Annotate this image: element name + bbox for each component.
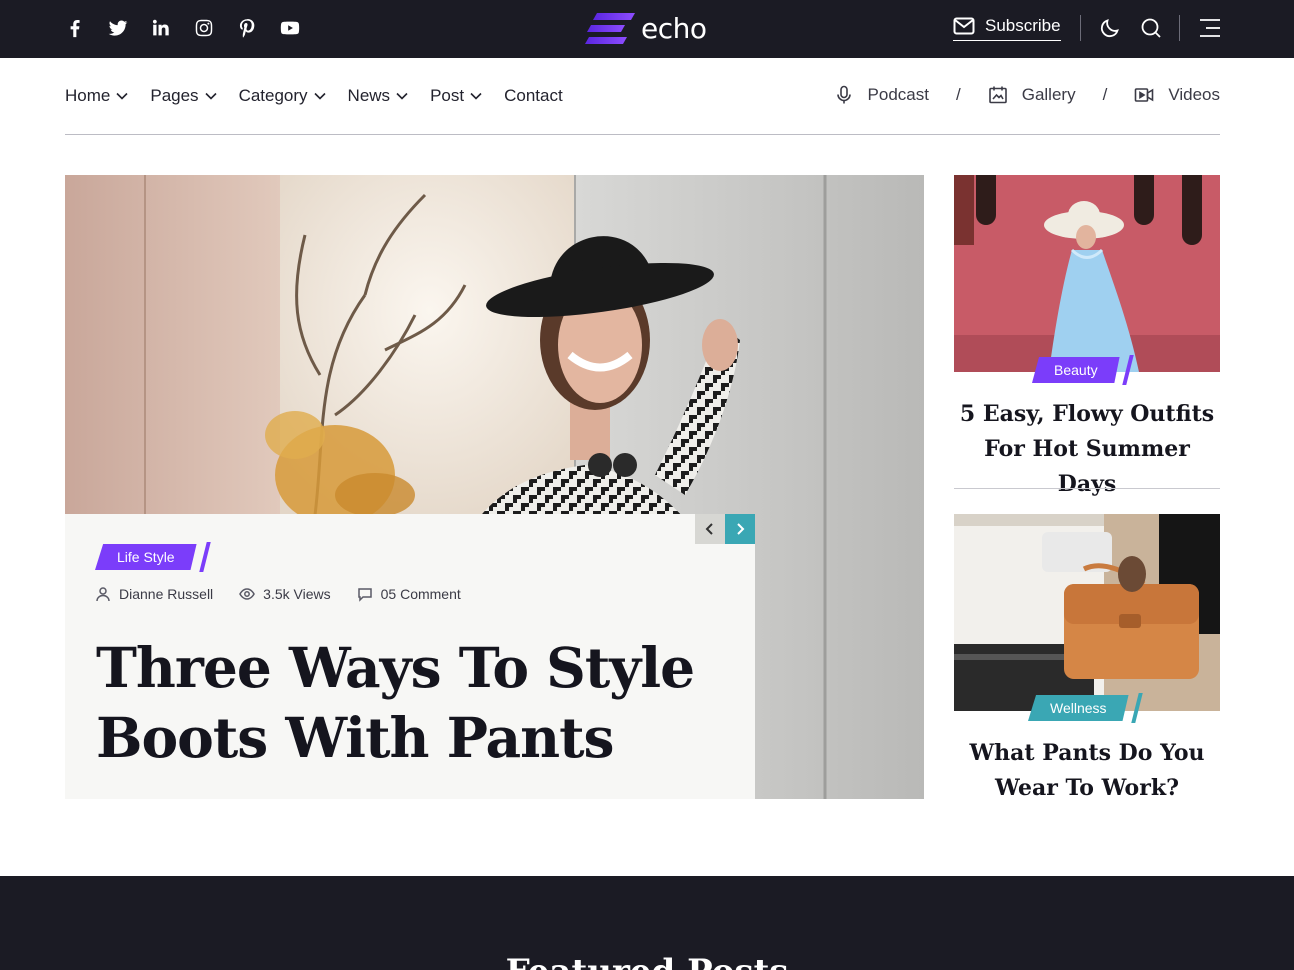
- nav-item-label: News: [347, 86, 391, 105]
- side-post-image[interactable]: [954, 514, 1220, 711]
- quick-links: Podcast / Gallery / Videos: [834, 85, 1220, 105]
- podcast-label: Podcast: [867, 85, 929, 104]
- nav-item-label: Pages: [150, 86, 199, 105]
- instagram-icon[interactable]: [191, 15, 217, 41]
- chevron-down-icon: [396, 92, 408, 100]
- divider: [954, 488, 1220, 489]
- eye-icon: [239, 588, 256, 600]
- nav-item-category[interactable]: Category: [239, 86, 326, 106]
- views-count: 3.5k Views: [263, 586, 331, 602]
- side-post-image[interactable]: [954, 175, 1220, 372]
- comment-icon: [357, 588, 372, 602]
- hero-post[interactable]: Life Style Dianne Russell 3.5k Views 05 …: [65, 175, 924, 799]
- separator: /: [1102, 85, 1108, 104]
- post-meta: Dianne Russell 3.5k Views 05 Comment: [95, 586, 461, 602]
- youtube-icon[interactable]: [277, 15, 303, 41]
- views-meta: 3.5k Views: [239, 586, 331, 602]
- chevron-down-icon: [116, 92, 128, 100]
- slider-arrows: [695, 514, 755, 544]
- chevron-right-icon: [737, 523, 745, 535]
- hero-title[interactable]: Three Ways To Style Boots With Pants: [96, 633, 716, 773]
- nav-item-contact[interactable]: Contact: [504, 86, 563, 106]
- divider: [1080, 15, 1081, 41]
- category-label: Beauty: [1032, 357, 1120, 383]
- videos-link[interactable]: Videos: [1134, 85, 1220, 105]
- side-post[interactable]: Wellness What Pants Do You Wear To Work?: [954, 514, 1220, 806]
- nav-item-home[interactable]: Home: [65, 86, 128, 106]
- side-post-title[interactable]: What Pants Do You Wear To Work?: [954, 736, 1220, 806]
- pinterest-icon[interactable]: [234, 15, 260, 41]
- menu-icon[interactable]: [1198, 16, 1222, 40]
- nav-item-label: Contact: [504, 86, 563, 105]
- slider-next-button[interactable]: [725, 514, 755, 544]
- slider-prev-button[interactable]: [695, 514, 725, 544]
- search-icon[interactable]: [1139, 16, 1163, 40]
- gallery-label: Gallery: [1021, 85, 1076, 104]
- category-label: Life Style: [95, 544, 197, 570]
- gallery-link[interactable]: Gallery: [988, 85, 1076, 105]
- chevron-left-icon: [705, 523, 713, 535]
- logo-text: echo: [641, 12, 707, 45]
- category-tag[interactable]: Life Style: [95, 542, 211, 572]
- nav-item-label: Post: [430, 86, 465, 105]
- featured-section: Featured Posts: [0, 876, 1294, 970]
- user-icon: [96, 587, 110, 602]
- category-label: Wellness: [1028, 695, 1129, 721]
- side-post[interactable]: Beauty 5 Easy, Flowy Outfits For Hot Sum…: [954, 175, 1220, 502]
- author-name: Dianne Russell: [119, 586, 214, 602]
- top-bar: echo Subscribe: [0, 0, 1294, 58]
- comments-meta[interactable]: 05 Comment: [357, 586, 461, 602]
- nav-item-pages[interactable]: Pages: [150, 86, 217, 106]
- separator: /: [955, 85, 961, 104]
- main-nav: Home Pages Category News Post Contact Po…: [65, 58, 1220, 135]
- section-title: Featured Posts: [0, 952, 1294, 970]
- chevron-down-icon: [313, 92, 326, 100]
- chevron-down-icon: [204, 92, 217, 100]
- social-links: [62, 15, 303, 41]
- microphone-icon: [836, 85, 851, 104]
- nav-item-news[interactable]: News: [348, 86, 409, 106]
- author-meta[interactable]: Dianne Russell: [95, 586, 213, 602]
- nav-item-label: Home: [65, 86, 111, 105]
- side-post-title[interactable]: 5 Easy, Flowy Outfits For Hot Summer Day…: [954, 397, 1220, 502]
- site-logo[interactable]: echo: [585, 12, 707, 45]
- twitter-icon[interactable]: [105, 15, 131, 41]
- subscribe-label: Subscribe: [985, 16, 1061, 35]
- linkedin-icon[interactable]: [148, 15, 174, 41]
- nav-item-label: Category: [238, 86, 308, 105]
- chevron-down-icon: [470, 92, 482, 100]
- facebook-icon[interactable]: [62, 15, 88, 41]
- logo-mark-icon: [585, 12, 635, 44]
- video-icon: [1135, 88, 1154, 102]
- subscribe-button[interactable]: Subscribe: [953, 16, 1061, 41]
- moon-icon[interactable]: [1098, 16, 1122, 40]
- nav-item-post[interactable]: Post: [430, 86, 482, 106]
- category-tag[interactable]: Beauty: [1032, 355, 1134, 385]
- gallery-icon: [988, 86, 1007, 104]
- comments-count: 05 Comment: [380, 586, 461, 602]
- podcast-link[interactable]: Podcast: [834, 85, 929, 105]
- mail-icon: [953, 17, 975, 35]
- nav-menu: Home Pages Category News Post Contact: [65, 86, 563, 106]
- videos-label: Videos: [1168, 85, 1220, 104]
- category-tag[interactable]: Wellness: [1028, 693, 1143, 723]
- divider: [1179, 15, 1180, 41]
